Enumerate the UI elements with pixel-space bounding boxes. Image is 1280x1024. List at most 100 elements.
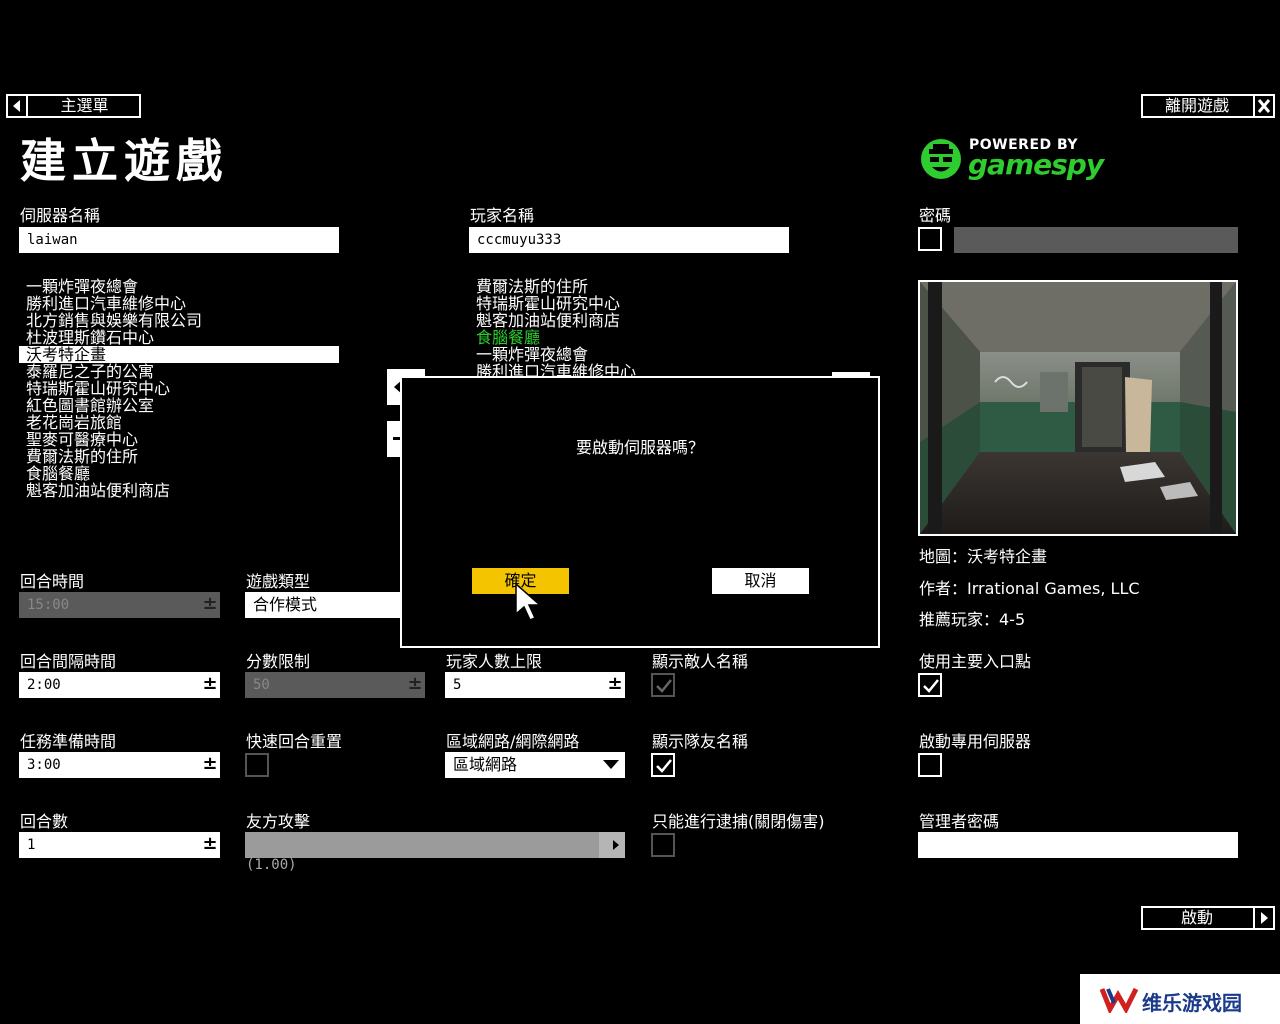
plus-minus-icon[interactable]: ± [200,832,220,858]
password-checkbox[interactable] [918,227,942,251]
rounds-label: 回合數 [20,812,69,831]
exit-game-label: 離開遊戲 [1164,96,1229,115]
confirm-dialog: 要啟動伺服器嗎？ 確定 取消 [400,376,880,648]
dedicated-server-label: 啟動專用伺服器 [919,732,1032,751]
watermark-text: 维乐游戏园 [1142,991,1242,1015]
close-icon [1253,96,1273,116]
mission-prep-label: 任務準備時間 [20,732,117,751]
plus-minus-icon[interactable]: ± [200,752,220,778]
network-select[interactable]: 區域網路 [445,752,625,778]
server-name-label: 伺服器名稱 [20,206,101,225]
cancel-button[interactable]: 取消 [712,568,809,594]
admin-password-input[interactable] [918,832,1238,858]
rounds-value[interactable]: 1 [19,832,220,858]
round-time-stepper: 15:00 ± [19,592,220,618]
watermark-logo-icon [1100,987,1139,1013]
round-time-label: 回合時間 [20,572,85,591]
rotation-map-item[interactable]: 食腦餐廳 [469,329,669,346]
available-map-item[interactable]: 費爾法斯的住所 [19,448,339,465]
show-team-names-checkbox[interactable] [651,753,675,777]
max-players-label: 玩家人數上限 [446,652,543,671]
available-map-item[interactable]: 沃考特企畫 [19,346,339,363]
map-info-name: 地圖：沃考特企畫 [919,547,1048,566]
available-map-item[interactable]: 老花崗岩旅館 [19,414,339,431]
show-enemy-names-checkbox [651,673,675,697]
rotation-map-item[interactable]: 費爾法斯的住所 [469,278,669,295]
available-map-item[interactable]: 聖麥可醫療中心 [19,431,339,448]
quick-reset-checkbox [245,753,269,777]
chevron-down-icon [603,760,619,769]
play-arrow-icon [1253,908,1273,928]
friendly-fire-slider[interactable] [245,832,625,858]
available-map-item[interactable]: 魁客加油站便利商店 [19,482,339,499]
available-map-item[interactable]: 一顆炸彈夜總會 [19,278,339,295]
player-name-input[interactable]: cccmuyu333 [469,227,789,253]
plus-minus-icon: ± [202,593,218,614]
back-arrow-icon [8,96,28,116]
friendly-fire-value: (1.00) [246,857,297,873]
password-label: 密碼 [919,206,952,225]
dialog-message: 要啟動伺服器嗎？ [575,438,704,457]
score-limit-stepper: 50 ± [245,672,425,698]
arrest-only-label: 只能進行逮捕(關閉傷害) [652,812,825,831]
available-map-item[interactable]: 泰羅尼之子的公寓 [19,363,339,380]
arrest-only-checkbox [651,833,675,857]
rotation-map-item[interactable]: 勝利進口汽車維修中心 [469,363,669,376]
available-map-item[interactable]: 北方銷售與娛樂有限公司 [19,312,339,329]
use-primary-entry-label: 使用主要入口點 [919,652,1032,671]
available-map-item[interactable]: 特瑞斯霍山研究中心 [19,380,339,397]
quick-reset-label: 快速回合重置 [246,732,343,751]
checkmark-icon [656,759,672,773]
round-time-value: 15:00 [19,592,220,618]
start-button[interactable]: 啟動 [1141,906,1275,930]
plus-minus-icon[interactable]: ± [605,672,625,698]
mission-prep-stepper[interactable]: 3:00 ± [19,752,220,778]
exit-game-button[interactable]: 離開遊戲 [1141,94,1275,118]
use-primary-entry-checkbox[interactable] [918,673,942,697]
password-input [954,227,1238,253]
show-enemy-names-label: 顯示敵人名稱 [652,652,749,671]
checkmark-icon [656,679,672,693]
round-interval-label: 回合間隔時間 [20,652,117,671]
main-menu-label: 主選單 [60,96,109,115]
available-map-item[interactable]: 杜波理斯鑽石中心 [19,329,339,346]
show-team-names-label: 顯示隊友名稱 [652,732,749,751]
start-label: 啟動 [1180,908,1213,927]
server-name-input[interactable]: laiwan [19,227,339,253]
available-maps-list[interactable]: 一顆炸彈夜總會 勝利進口汽車維修中心 北方銷售與娛樂有限公司 杜波理斯鑽石中心 沃考特企… [19,278,339,499]
gamespy-spy-icon [921,139,961,179]
rounds-stepper[interactable]: 1 ± [19,832,220,858]
map-info-players: 推薦玩家：4-5 [919,610,1026,629]
mission-prep-value[interactable]: 3:00 [19,752,220,778]
network-label: 區域網路/網際網路 [446,732,580,751]
max-players-value[interactable]: 5 [445,672,625,698]
friendly-fire-label: 友方攻擊 [246,812,311,831]
max-players-stepper[interactable]: 5 ± [445,672,625,698]
game-type-select[interactable]: 合作模式 [245,592,425,618]
player-name-label: 玩家名稱 [470,206,535,225]
rotation-maps-list[interactable]: 費爾法斯的住所 特瑞斯霍山研究中心 魁客加油站便利商店 食腦餐廳 一顆炸彈夜總會 勝利進口… [469,278,669,376]
main-menu-button[interactable]: 主選單 [6,94,141,118]
admin-password-label: 管理者密碼 [919,812,1000,831]
map-info-author: 作者：Irrational Games, LLC [919,579,1140,598]
plus-minus-icon: ± [407,673,423,694]
round-interval-value[interactable]: 2:00 [19,672,220,698]
available-map-item[interactable]: 食腦餐廳 [19,465,339,482]
plus-minus-icon[interactable]: ± [200,672,220,698]
dedicated-server-checkbox[interactable] [918,753,942,777]
slider-handle[interactable] [599,832,625,858]
map-preview-image [918,280,1238,536]
game-type-label: 遊戲類型 [246,572,311,591]
available-map-item[interactable]: 勝利進口汽車維修中心 [19,295,339,312]
arrow-right-icon [613,840,619,850]
score-limit-label: 分數限制 [246,652,311,671]
available-map-item[interactable]: 紅色圖書館辦公室 [19,397,339,414]
rotation-map-item[interactable]: 一顆炸彈夜總會 [469,346,669,363]
checkmark-icon [923,679,939,693]
network-value: 區域網路 [453,755,518,774]
rotation-map-item[interactable]: 特瑞斯霍山研究中心 [469,295,669,312]
logo-gamespy: gamespy [968,148,1104,181]
round-interval-stepper[interactable]: 2:00 ± [19,672,220,698]
rotation-map-item[interactable]: 魁客加油站便利商店 [469,312,669,329]
score-limit-value: 50 [245,672,425,698]
